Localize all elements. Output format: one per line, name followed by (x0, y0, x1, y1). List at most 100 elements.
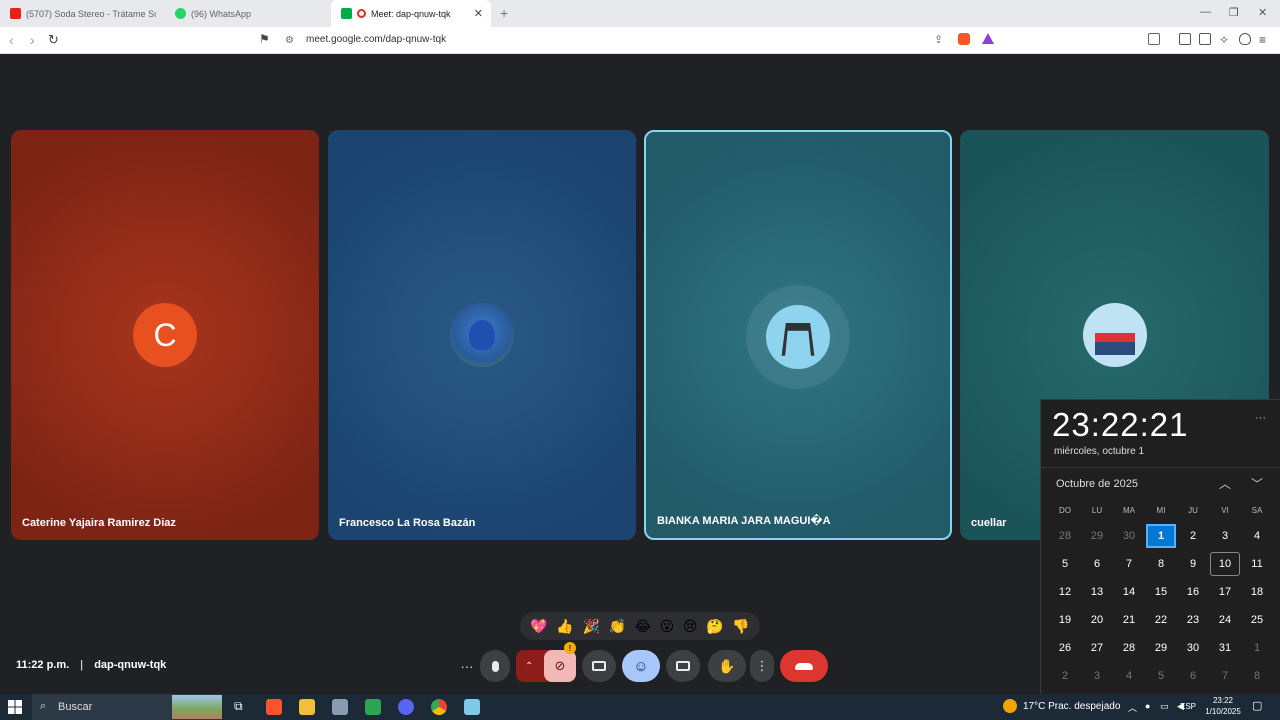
reload-icon[interactable]: ↻ (48, 32, 59, 48)
present-screen-button[interactable] (582, 650, 616, 682)
notification-center-icon[interactable]: ▢ (1252, 699, 1262, 712)
wallet-icon[interactable] (1199, 33, 1211, 45)
calendar-day[interactable]: 24 (1210, 608, 1240, 632)
reaction-thumbs-up-button[interactable]: 👍 (556, 618, 573, 635)
captions-button[interactable] (666, 650, 700, 682)
reaction-laugh-button[interactable]: 😂 (635, 618, 651, 635)
chrome-taskbar-icon[interactable] (431, 699, 447, 715)
tab-meet[interactable]: Meet: dap-qnuw-tqk ✕ (331, 0, 491, 27)
back-icon[interactable]: ‹ (9, 32, 14, 48)
calendar-day[interactable]: 2 (1050, 664, 1080, 688)
calendar-day[interactable]: 26 (1050, 636, 1080, 660)
calendar-day[interactable]: 18 (1242, 580, 1272, 604)
share-icon[interactable]: ⇪ (934, 33, 946, 46)
participant-tile[interactable]: C Caterine Yajaira Ramirez Diaz (11, 130, 319, 540)
calendar-day[interactable]: 3 (1210, 524, 1240, 548)
calendar-day[interactable]: 7 (1114, 552, 1144, 576)
reaction-sad-button[interactable]: 😢 (683, 618, 698, 635)
calendar-day[interactable]: 30 (1114, 524, 1144, 548)
calendar-day[interactable]: 5 (1050, 552, 1080, 576)
tab-youtube[interactable]: (5707) Soda Stereo - Trátame Suavem (0, 0, 165, 27)
new-tab-button[interactable]: + (500, 5, 508, 21)
calendar-day[interactable]: 17 (1210, 580, 1240, 604)
calendar-day[interactable]: 23 (1178, 608, 1208, 632)
calendar-day[interactable]: 10 (1210, 552, 1240, 576)
calendar-day[interactable]: 25 (1242, 608, 1272, 632)
calendar-day[interactable]: 4 (1242, 524, 1272, 548)
reaction-heart-button[interactable]: 💖 (530, 618, 547, 635)
app2-taskbar-icon[interactable] (464, 699, 480, 715)
weather-text[interactable]: 17°C Prac. despejado (1023, 701, 1120, 712)
calendar-day[interactable]: 27 (1082, 636, 1112, 660)
site-info-icon[interactable]: ⚙ (285, 35, 294, 46)
network-icon[interactable]: ▭ (1160, 701, 1169, 712)
taskbar-clock[interactable]: 23:22 1/10/2025 (1196, 695, 1250, 717)
tray-chevron-icon[interactable]: ︿ (1128, 701, 1137, 714)
menu-icon[interactable]: ≡ (1259, 33, 1271, 47)
close-tab-icon[interactable]: ✕ (474, 7, 483, 20)
calendar-day[interactable]: 19 (1050, 608, 1080, 632)
calendar-day[interactable]: 15 (1146, 580, 1176, 604)
participant-tile-active-speaker[interactable]: BIANKA MARIA JARA MAGUI�A (644, 130, 952, 540)
calendar-day[interactable]: 16 (1178, 580, 1208, 604)
next-month-icon[interactable]: ﹀ (1251, 475, 1263, 492)
calendar-day[interactable]: 14 (1114, 580, 1144, 604)
calendar-day[interactable]: 1 (1146, 524, 1176, 548)
calendar-day[interactable]: 9 (1178, 552, 1208, 576)
app-taskbar-icon[interactable] (332, 699, 348, 715)
restore-icon[interactable]: ❐ (1229, 6, 1239, 19)
reaction-clap-button[interactable]: 👏 (609, 618, 626, 635)
taskbar-search[interactable]: ⌕ Buscar (32, 694, 222, 720)
sidebar-icon[interactable] (1179, 33, 1191, 45)
leo-ai-icon[interactable]: ✧ (1219, 33, 1231, 47)
tab-whatsapp[interactable]: (96) WhatsApp (165, 0, 330, 27)
language-indicator[interactable]: ESP (1180, 702, 1196, 711)
brave-shield-icon[interactable] (958, 33, 970, 45)
calendar-day[interactable]: 1 (1242, 636, 1272, 660)
brave-taskbar-icon[interactable] (266, 699, 282, 715)
calendar-day[interactable]: 20 (1082, 608, 1112, 632)
calendar-day[interactable]: 13 (1082, 580, 1112, 604)
calendar-day[interactable]: 31 (1210, 636, 1240, 660)
forward-icon[interactable]: › (30, 32, 35, 48)
close-window-icon[interactable]: ✕ (1258, 6, 1267, 19)
calendar-day[interactable]: 11 (1242, 552, 1272, 576)
calendar-day[interactable]: 7 (1210, 664, 1240, 688)
file-explorer-icon[interactable] (299, 699, 315, 715)
calendar-day[interactable]: 8 (1146, 552, 1176, 576)
vpn-icon[interactable] (1239, 33, 1251, 45)
reaction-thumbs-down-button[interactable]: 👎 (732, 618, 749, 635)
calendar-day[interactable]: 2 (1178, 524, 1208, 548)
calendar-day[interactable]: 29 (1146, 636, 1176, 660)
microphone-button[interactable] (480, 650, 510, 682)
calendar-day[interactable]: 3 (1082, 664, 1112, 688)
calendar-day[interactable]: 6 (1178, 664, 1208, 688)
windows-start-icon[interactable] (8, 700, 22, 714)
minimize-icon[interactable]: — (1200, 6, 1211, 18)
month-label[interactable]: Octubre de 2025 (1056, 478, 1138, 490)
task-view-icon[interactable]: ⧉ (234, 699, 250, 715)
microphone-tray-icon[interactable]: ● (1145, 701, 1150, 711)
leave-call-button[interactable] (780, 650, 828, 682)
url-field[interactable]: meet.google.com/dap-qnuw-tqk (306, 34, 446, 45)
calendar-day[interactable]: 30 (1178, 636, 1208, 660)
raise-hand-button[interactable]: ✋ (708, 650, 746, 682)
more-options-button[interactable]: ⋮ (750, 650, 774, 682)
calendar-day[interactable]: 4 (1114, 664, 1144, 688)
more-audio-options-icon[interactable]: ··· (455, 650, 479, 682)
calendar-day[interactable]: 12 (1050, 580, 1080, 604)
discord-taskbar-icon[interactable] (398, 699, 414, 715)
previous-month-icon[interactable]: ︿ (1219, 475, 1231, 492)
calendar-day[interactable]: 21 (1114, 608, 1144, 632)
reader-icon[interactable] (1148, 33, 1160, 45)
reaction-party-button[interactable]: 🎉 (582, 618, 599, 635)
cisco-taskbar-icon[interactable] (365, 699, 381, 715)
calendar-day[interactable]: 22 (1146, 608, 1176, 632)
brave-rewards-icon[interactable] (982, 33, 994, 44)
reaction-surprised-button[interactable]: 😮 (660, 618, 675, 635)
bookmark-icon[interactable]: ⚑ (259, 32, 270, 46)
calendar-day[interactable]: 8 (1242, 664, 1272, 688)
emoji-reactions-button[interactable]: ☺ (622, 650, 660, 682)
calendar-day[interactable]: 28 (1114, 636, 1144, 660)
calendar-day[interactable]: 5 (1146, 664, 1176, 688)
